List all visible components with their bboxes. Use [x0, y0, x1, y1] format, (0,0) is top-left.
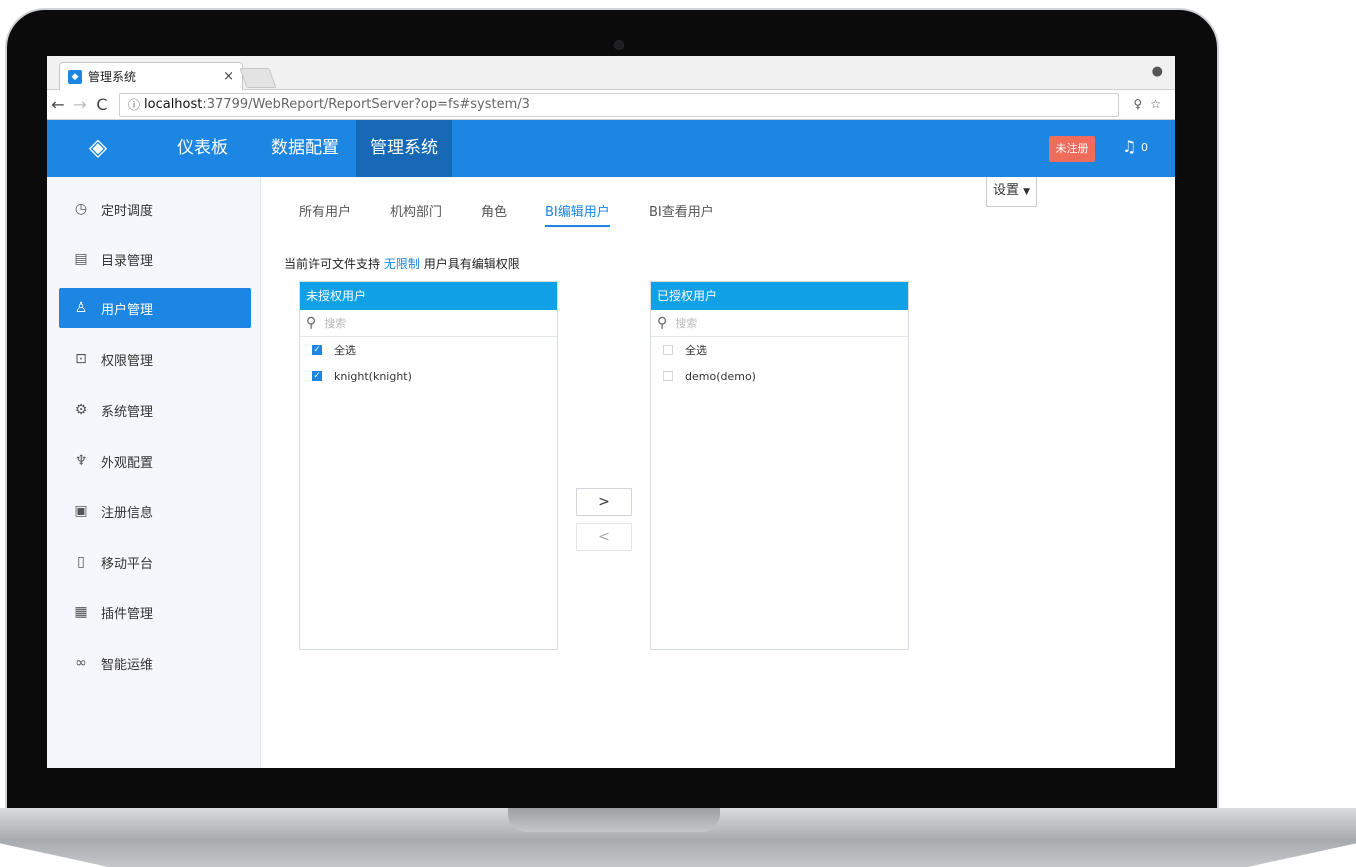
info-icon[interactable]: ⓘ [128, 96, 140, 113]
select-all-label: 全选 [685, 344, 707, 357]
search-placeholder: 搜索 [324, 317, 347, 330]
checkbox[interactable] [663, 371, 673, 381]
tab-bi-view-users[interactable]: BI查看用户 [649, 201, 714, 227]
search-icon: ⚲ [306, 315, 317, 331]
logo-icon[interactable]: ◈ [85, 134, 111, 160]
tab-title: 管理系统 [88, 70, 137, 84]
list-item[interactable]: ✓ knight(knight) [300, 363, 557, 389]
notice-prefix: 当前许可文件支持 [284, 257, 381, 271]
mobile-icon: ▯ [77, 554, 85, 570]
notification-count: 0 [1141, 141, 1148, 154]
move-left-button[interactable]: < [576, 523, 632, 551]
checkbox[interactable] [663, 345, 673, 355]
sidebar-item-label: 外观配置 [101, 455, 154, 471]
list-item[interactable]: demo(demo) [651, 363, 908, 389]
user-icon: ♙ [74, 300, 88, 316]
nav-dashboard[interactable]: 仪表板 [163, 120, 242, 177]
tab-roles[interactable]: 角色 [481, 201, 507, 227]
sidebar-item-permissions[interactable]: ⊡ 权限管理 [59, 339, 251, 379]
license-notice: 当前许可文件支持 无限制 用户具有编辑权限 [284, 255, 520, 272]
select-all-row[interactable]: ✓ 全选 [300, 337, 557, 363]
sidebar-item-label: 系统管理 [101, 404, 154, 420]
main-content: 所有用户 机构部门 角色 BI编辑用户 BI查看用户 设置 ▼ 当前许可文件支持… [262, 177, 1175, 768]
url-host: localhost [144, 97, 203, 112]
sidebar-item-ops[interactable]: ∞ 智能运维 [59, 643, 251, 683]
chevron-down-icon: ▼ [1023, 187, 1031, 197]
gear-icon: ⚙ [74, 402, 88, 418]
sidebar: ◷ 定时调度 ▤ 目录管理 ♙ 用户管理 ⊡ 权限管理 ⚙ 系统管理 ♆ 外观配… [47, 177, 261, 768]
camera-icon [614, 40, 624, 50]
checkbox-checked[interactable]: ✓ [312, 371, 322, 381]
extension-icons[interactable]: ♀☆ [1133, 97, 1169, 111]
lock-icon: ⊡ [75, 351, 87, 367]
sidebar-item-label: 权限管理 [101, 353, 154, 369]
search-input[interactable]: ⚲ 搜索 [300, 310, 557, 337]
sidebar-item-label: 用户管理 [101, 302, 154, 318]
close-icon[interactable]: × [223, 69, 234, 84]
directory-icon: ▤ [74, 251, 88, 267]
bell-icon[interactable]: ♫ [1122, 137, 1136, 156]
app-header: ◈ 仪表板 数据配置 管理系统 未注册 ♫ 0 [47, 120, 1175, 177]
sidebar-item-system[interactable]: ⚙ 系统管理 [59, 390, 251, 430]
url-path: :37799/WebReport/ReportServer?op=fs#syst… [202, 97, 530, 112]
sidebar-item-label: 定时调度 [101, 203, 154, 219]
browser-tab-bar: ◆ 管理系统 × ● [47, 56, 1175, 90]
new-tab-button[interactable] [239, 68, 277, 88]
tab-bi-edit-users[interactable]: BI编辑用户 [545, 201, 610, 227]
sidebar-item-appearance[interactable]: ♆ 外观配置 [59, 441, 251, 481]
plugin-icon: ▦ [74, 604, 88, 620]
back-icon[interactable]: ← [47, 95, 69, 114]
sidebar-item-registration[interactable]: ▣ 注册信息 [59, 491, 251, 531]
screen: ◆ 管理系统 × ● ← → C ⓘ localhost :37799/WebR… [47, 56, 1175, 768]
sidebar-item-label: 目录管理 [101, 253, 154, 269]
notice-highlight: 无限制 [383, 257, 420, 271]
checkbox-checked[interactable]: ✓ [312, 345, 322, 355]
sidebar-item-schedule[interactable]: ◷ 定时调度 [59, 189, 251, 229]
panel-title: 未授权用户 [300, 282, 557, 310]
settings-label: 设置 [993, 183, 1020, 198]
search-icon: ⚲ [657, 315, 668, 331]
binoculars-icon: ∞ [75, 655, 87, 671]
user-label: knight(knight) [334, 369, 412, 383]
favicon-icon: ◆ [68, 69, 82, 84]
user-label: demo(demo) [685, 369, 756, 383]
sidebar-item-label: 注册信息 [101, 505, 154, 521]
brush-icon: ♆ [74, 453, 88, 469]
panel-title: 已授权用户 [651, 282, 908, 310]
sidebar-item-label: 插件管理 [101, 606, 154, 622]
forward-icon[interactable]: → [69, 95, 91, 114]
unauthorized-users-panel: 未授权用户 ⚲ 搜索 ✓ 全选 ✓ knight(knight) [299, 281, 558, 650]
move-right-button[interactable]: > [576, 488, 632, 516]
sidebar-item-directory[interactable]: ▤ 目录管理 [59, 239, 251, 279]
sidebar-item-label: 移动平台 [101, 556, 154, 572]
sidebar-item-plugins[interactable]: ▦ 插件管理 [59, 592, 251, 632]
address-bar: ← → C ⓘ localhost :37799/WebReport/Repor… [47, 90, 1175, 120]
browser-tab[interactable]: ◆ 管理系统 × [59, 62, 243, 90]
settings-dropdown[interactable]: 设置 ▼ [986, 177, 1038, 207]
tab-all-users[interactable]: 所有用户 [299, 201, 351, 227]
laptop-notch [508, 808, 720, 832]
url-input[interactable]: ⓘ localhost :37799/WebReport/ReportServe… [119, 92, 1119, 117]
unregistered-badge[interactable]: 未注册 [1049, 136, 1095, 162]
profile-icon[interactable]: ● [1152, 64, 1163, 79]
sidebar-item-label: 智能运维 [101, 657, 154, 673]
authorized-users-panel: 已授权用户 ⚲ 搜索 全选 demo(demo) [650, 281, 909, 650]
search-placeholder: 搜索 [675, 317, 698, 330]
select-all-label: 全选 [334, 344, 356, 357]
reload-icon[interactable]: C [91, 95, 113, 114]
nav-admin-system[interactable]: 管理系统 [356, 120, 452, 177]
tab-departments[interactable]: 机构部门 [390, 201, 442, 227]
notice-suffix: 用户具有编辑权限 [423, 257, 520, 271]
nav-data-config[interactable]: 数据配置 [257, 120, 353, 177]
search-input[interactable]: ⚲ 搜索 [651, 310, 908, 337]
clock-icon: ◷ [74, 201, 88, 217]
register-icon: ▣ [74, 503, 88, 519]
select-all-row[interactable]: 全选 [651, 337, 908, 363]
sidebar-item-mobile[interactable]: ▯ 移动平台 [59, 542, 251, 582]
sidebar-item-users[interactable]: ♙ 用户管理 [59, 288, 251, 328]
